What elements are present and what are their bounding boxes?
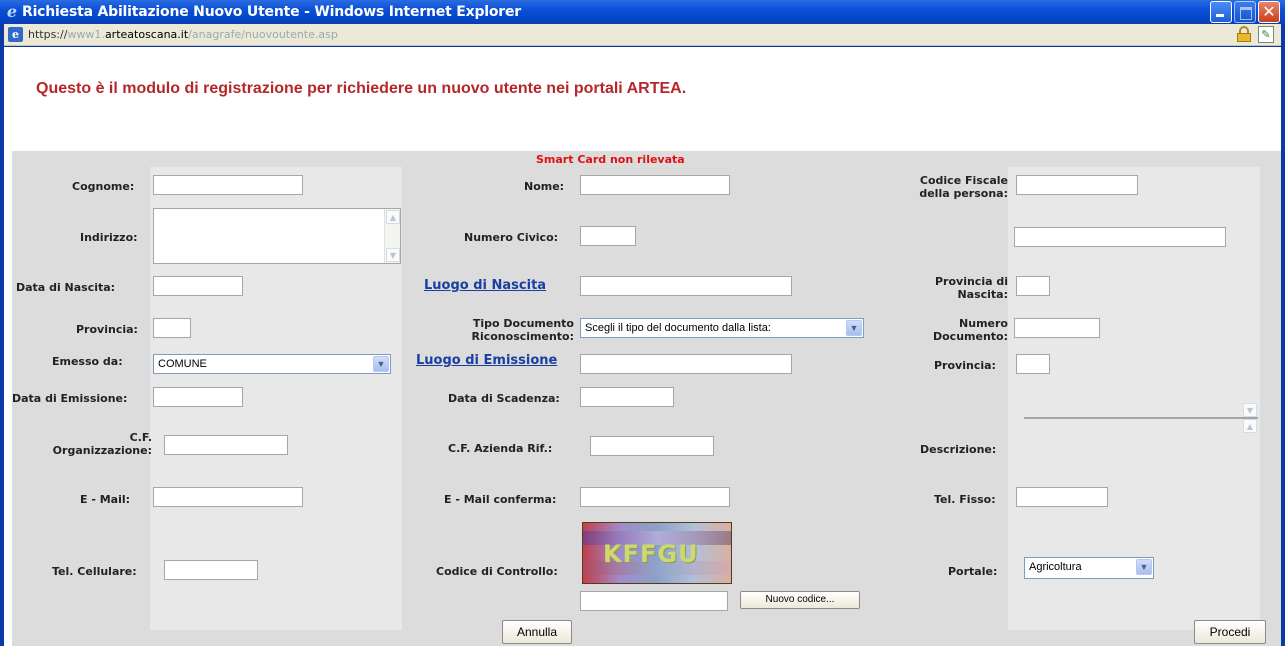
provincia-emissione-label: Provincia: (934, 359, 996, 372)
emesso-da-value: COMUNE (158, 358, 207, 370)
minimize-button[interactable] (1210, 1, 1232, 23)
tel-cellulare-input[interactable] (164, 560, 258, 580)
cognome-input[interactable] (153, 175, 303, 195)
codice-fiscale-label: Codice Fiscale della persona: (919, 174, 1008, 200)
emesso-da-select[interactable]: COMUNE ▼ (153, 354, 391, 374)
chevron-down-icon[interactable]: ▼ (846, 320, 862, 336)
captcha-input[interactable] (580, 591, 728, 611)
indirizzo-scrollbar[interactable]: ▲ ▼ (384, 209, 400, 263)
url-scheme: https:// (28, 28, 68, 41)
annulla-button[interactable]: Annulla (502, 620, 572, 644)
cf-azienda-label: C.F. Azienda Rif.: (448, 442, 553, 455)
captcha-text: KFFGU (603, 540, 699, 568)
chevron-down-icon[interactable]: ▼ (1136, 559, 1152, 575)
email-conferma-input[interactable] (580, 487, 730, 507)
provincia-label: Provincia: (76, 323, 138, 336)
data-scadenza-label: Data di Scadenza: (448, 392, 560, 405)
numero-civico-label: Numero Civico: (464, 231, 559, 244)
page-icon: e (8, 27, 23, 42)
cognome-label: Cognome: (72, 180, 135, 193)
provincia-nascita-label: Provincia di Nascita: (934, 275, 1008, 301)
tipo-documento-value: Scegli il tipo del documento dalla lista… (585, 322, 771, 334)
url-domain: arteatoscana.it (104, 28, 189, 41)
luogo-nascita-link[interactable]: Luogo di Nascita (424, 279, 546, 292)
email-label: E - Mail: (80, 493, 131, 506)
procedi-button[interactable]: Procedi (1194, 620, 1266, 644)
data-emissione-input[interactable] (153, 387, 243, 407)
lock-icon[interactable] (1236, 26, 1252, 42)
url-path: /anagrafe/nuovoutente.asp (188, 28, 338, 41)
provincia-emissione-input[interactable] (1016, 354, 1050, 374)
luogo-emissione-link[interactable]: Luogo di Emissione (416, 354, 557, 367)
data-nascita-input[interactable] (153, 276, 243, 296)
portale-label: Portale: (948, 565, 998, 578)
nome-input[interactable] (580, 175, 730, 195)
address-bar[interactable]: e https://www1.arteatoscana.it/anagrafe/… (4, 24, 1281, 46)
tel-fisso-label: Tel. Fisso: (934, 493, 996, 506)
maximize-button[interactable] (1234, 1, 1256, 23)
portale-value: Agricoltura (1029, 561, 1082, 573)
tipo-documento-label: Tipo Documento Riconoscimento: (471, 317, 574, 343)
email-input[interactable] (153, 487, 303, 507)
indirizzo-extra-input[interactable] (1014, 227, 1226, 247)
nome-label: Nome: (524, 180, 565, 193)
cf-organizzazione-label: C.F. Organizzazione: (52, 431, 152, 457)
tel-fisso-input[interactable] (1016, 487, 1108, 507)
numero-documento-input[interactable] (1014, 318, 1100, 338)
data-scadenza-input[interactable] (580, 387, 674, 407)
indirizzo-label: Indirizzo: (80, 231, 138, 244)
internet-explorer-icon: e (6, 2, 18, 21)
smartcard-status: Smart Card non rilevata (536, 153, 685, 166)
data-emissione-label: Data di Emissione: (12, 392, 128, 405)
provincia-input[interactable] (153, 318, 191, 338)
luogo-nascita-input[interactable] (580, 276, 792, 296)
provincia-nascita-input[interactable] (1016, 276, 1050, 296)
numero-documento-label: Numero Documento: (932, 317, 1008, 343)
chevron-down-icon[interactable]: ▼ (373, 356, 389, 372)
nuovo-codice-button[interactable]: Nuovo codice... (740, 591, 860, 609)
certificate-icon[interactable]: ✎ (1258, 26, 1274, 43)
tel-cellulare-label: Tel. Cellulare: (52, 565, 137, 578)
codice-fiscale-input[interactable] (1016, 175, 1138, 195)
emesso-da-label: Emesso da: (52, 355, 123, 368)
descrizione-textarea[interactable]: ▲ ▼ (1024, 403, 1258, 433)
page-heading: Questo è il modulo di registrazione per … (36, 80, 687, 97)
data-nascita-label: Data di Nascita: (16, 281, 116, 294)
descrizione-label: Descrizione: (920, 443, 997, 456)
url-prefix: www1. (67, 28, 105, 41)
captcha-image: KFFGU (582, 522, 732, 584)
tipo-documento-select[interactable]: Scegli il tipo del documento dalla lista… (580, 318, 864, 338)
window-title: Richiesta Abilitazione Nuovo Utente - Wi… (22, 4, 521, 20)
cf-azienda-input[interactable] (590, 436, 714, 456)
page-content: Questo è il modulo di registrazione per … (4, 47, 1281, 646)
window-title-bar: e Richiesta Abilitazione Nuovo Utente - … (0, 0, 1285, 24)
address-url[interactable]: https://www1.arteatoscana.it/anagrafe/nu… (28, 28, 338, 41)
registration-form: Smart Card non rilevata Cognome: Nome: C… (12, 151, 1281, 646)
portale-select[interactable]: Agricoltura ▼ (1024, 557, 1154, 579)
numero-civico-input[interactable] (580, 226, 636, 246)
email-conferma-label: E - Mail conferma: (444, 493, 557, 506)
cf-organizzazione-input[interactable] (164, 435, 288, 455)
luogo-emissione-input[interactable] (580, 354, 792, 374)
codice-controllo-label: Codice di Controllo: (436, 565, 558, 578)
indirizzo-textarea[interactable]: ▲ ▼ (153, 208, 401, 264)
close-button[interactable]: ✕ (1258, 1, 1280, 23)
